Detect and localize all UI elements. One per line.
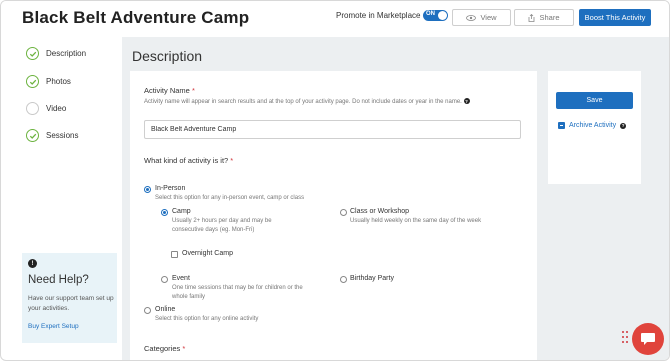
question-icon[interactable]: ?	[463, 98, 470, 105]
online-radio[interactable]	[144, 307, 151, 314]
check-icon	[26, 47, 39, 60]
event-label: Event	[172, 275, 190, 282]
eye-icon	[466, 14, 477, 21]
alert-icon: !	[28, 259, 37, 268]
help-text: Have our support team set up your activi…	[28, 295, 114, 312]
camp-desc: Usually 2+ hours per day and may be cons…	[172, 218, 272, 233]
save-button[interactable]: Save	[556, 92, 633, 109]
check-icon	[26, 75, 39, 88]
check-icon	[26, 129, 39, 142]
class-workshop-desc: Usually held weekly on the same day of t…	[350, 218, 482, 224]
share-icon	[529, 13, 535, 22]
camp-radio[interactable]	[161, 209, 168, 216]
sidebar-item-label: Description	[46, 49, 87, 58]
chat-button[interactable]	[632, 323, 664, 355]
categories-label-text: Categories	[144, 344, 181, 353]
categories-label: Categories *	[144, 344, 185, 353]
sidebar-item-photos[interactable]: Photos	[26, 75, 71, 88]
overnight-camp-label: Overnight Camp	[182, 250, 233, 257]
help-title: Need Help?	[28, 274, 89, 286]
activity-name-hint-text: Activity name will appear in search resu…	[144, 99, 462, 105]
activity-name-input[interactable]	[144, 120, 521, 139]
section-title: Description	[132, 48, 203, 64]
sidebar-item-video[interactable]: Video	[26, 102, 66, 115]
page-header: Black Belt Adventure Camp Promote in Mar…	[1, 1, 669, 37]
boost-activity-button[interactable]: Boost This Activity	[579, 9, 651, 26]
event-desc: One time sessions that may be for childr…	[172, 285, 303, 300]
archive-icon	[558, 122, 565, 129]
class-workshop-label: Class or Workshop	[350, 208, 410, 215]
sidebar-item-label: Sessions	[46, 131, 79, 140]
archive-activity-link[interactable]: Archive Activity ?	[558, 122, 627, 129]
class-workshop-radio[interactable]	[340, 209, 347, 216]
event-radio[interactable]	[161, 276, 168, 283]
camp-label: Camp	[172, 208, 191, 215]
view-button[interactable]: View	[452, 9, 511, 26]
promote-toggle[interactable]: ON	[423, 10, 448, 21]
birthday-party-radio[interactable]	[340, 276, 347, 283]
required-mark: *	[230, 156, 234, 165]
sidebar-item-label: Photos	[46, 77, 71, 86]
page-title: Black Belt Adventure Camp	[22, 8, 250, 27]
drag-handle-icon[interactable]	[622, 331, 628, 347]
toggle-label: ON	[426, 11, 435, 17]
archive-label: Archive Activity	[569, 122, 617, 129]
online-desc: Select this option for any online activi…	[155, 316, 259, 322]
birthday-party-label: Birthday Party	[350, 275, 394, 282]
app-frame: Black Belt Adventure Camp Promote in Mar…	[0, 0, 670, 361]
required-mark: *	[191, 86, 195, 95]
activity-name-label: Activity Name *	[144, 86, 195, 95]
help-panel: ! Need Help? Have our support team set u…	[22, 253, 117, 343]
sidebar-item-label: Video	[46, 104, 67, 113]
overnight-camp-checkbox[interactable]	[171, 251, 178, 258]
required-mark: *	[182, 344, 186, 353]
toggle-knob	[438, 11, 447, 20]
sidebar-item-description[interactable]: Description	[26, 47, 86, 60]
question-icon[interactable]: ?	[620, 122, 627, 129]
empty-circle-icon	[26, 102, 39, 115]
promote-label: Promote in Marketplace	[336, 11, 421, 20]
activity-name-label-text: Activity Name	[144, 86, 190, 95]
in-person-desc: Select this option for any in-person eve…	[155, 195, 305, 201]
online-label: Online	[155, 306, 176, 313]
sidebar-item-sessions[interactable]: Sessions	[26, 129, 78, 142]
view-label: View	[480, 13, 497, 22]
activity-name-hint: Activity name will appear in search resu…	[144, 98, 489, 107]
in-person-radio[interactable]	[144, 186, 151, 193]
chat-bubble-icon	[641, 333, 655, 345]
share-button[interactable]: Share	[514, 9, 574, 26]
in-person-label: In-Person	[155, 185, 186, 192]
share-label: Share	[539, 13, 560, 22]
buy-expert-setup-link[interactable]: Buy Expert Setup	[28, 323, 79, 330]
activity-kind-label: What kind of activity is it? *	[144, 156, 233, 165]
activity-kind-label-text: What kind of activity is it?	[144, 156, 229, 165]
